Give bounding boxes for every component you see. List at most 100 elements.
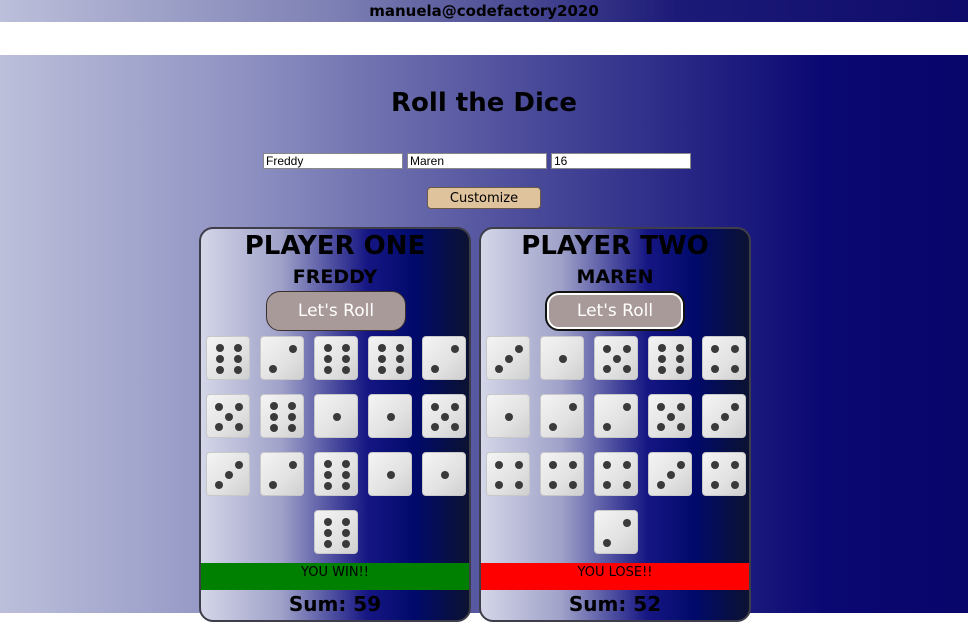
die-pip [341,344,350,352]
die-pip [269,480,278,489]
die-pip [341,529,350,537]
die-pip [324,344,333,352]
die-face-1 [368,394,412,438]
die-pip [333,413,341,421]
die-pip [234,403,243,412]
die-face-1 [368,452,412,496]
die-pip [450,422,459,431]
die-pip [341,471,350,479]
player-one-dice [201,229,469,620]
die-pip [441,413,449,421]
die-face-5 [422,394,466,438]
die-pip [495,480,504,489]
die-pip [324,482,333,490]
die-pip [270,424,279,432]
die-pip [721,413,729,421]
die-face-5 [594,336,638,380]
die-pip [658,366,667,374]
dice-count-input[interactable] [551,153,691,169]
die-pip [431,422,440,431]
die-pip [387,471,395,479]
player-one-result: YOU WIN!! [201,563,469,590]
die-face-4 [702,336,746,380]
die-face-3 [486,336,530,380]
die-pip [676,422,685,431]
die-pip [657,480,666,489]
die-pip [288,345,297,354]
die-face-2 [422,336,466,380]
die-pip [216,344,225,352]
die-pip [711,364,720,373]
die-pip [658,344,667,352]
die-pip [711,422,720,431]
die-pip [622,519,631,528]
die-pip [387,413,395,421]
die-pip [225,413,233,421]
player-one-panel: PLAYER ONE FREDDY Let's Roll YOU WIN!! S… [199,227,471,622]
die-pip [395,366,404,374]
die-pip [657,403,666,412]
die-pip [549,422,558,431]
die-face-4 [540,452,584,496]
die-pip [269,364,278,373]
customize-button[interactable]: Customize [427,187,541,209]
player-two-name-input[interactable] [407,153,547,169]
die-pip [505,355,513,363]
die-pip [675,344,684,352]
die-pip [667,413,675,421]
die-pip [395,355,404,363]
die-pip [711,345,720,354]
die-pip [603,364,612,373]
die-face-2 [594,394,638,438]
die-pip [603,461,612,470]
die-pip [568,461,577,470]
die-pip [676,461,685,470]
die-pip [341,366,350,374]
die-face-4 [486,452,530,496]
page-title: Roll the Dice [391,88,577,118]
die-pip [622,345,631,354]
die-pip [730,461,739,470]
die-face-1 [540,336,584,380]
die-pip [324,471,333,479]
die-pip [324,529,333,537]
die-face-2 [260,452,304,496]
die-face-6 [314,336,358,380]
die-pip [378,344,387,352]
die-face-3 [702,394,746,438]
die-face-5 [648,394,692,438]
die-pip [667,471,675,479]
die-pip [324,366,333,374]
die-pip [622,461,631,470]
die-pip [568,403,577,412]
player-one-name-input[interactable] [263,153,403,169]
die-pip [287,402,296,410]
die-pip [603,345,612,354]
die-pip [233,344,242,352]
die-face-3 [206,452,250,496]
die-face-3 [648,452,692,496]
die-pip [559,355,567,363]
die-pip [324,518,333,526]
die-pip [441,471,449,479]
die-pip [730,480,739,489]
die-pip [730,345,739,354]
die-pip [495,461,504,470]
die-pip [324,540,333,548]
die-pip [657,422,666,431]
die-pip [324,355,333,363]
die-pip [215,480,224,489]
die-face-2 [594,510,638,554]
die-face-1 [422,452,466,496]
user-email: manuela@codefactory2020 [369,2,599,20]
die-pip [341,482,350,490]
die-pip [549,480,558,489]
player-two-panel: PLAYER TWO MAREN Let's Roll YOU LOSE!! S… [479,227,751,622]
die-pip [450,345,459,354]
die-pip [613,355,621,363]
die-pip [233,366,242,374]
die-pip [395,344,404,352]
die-pip [234,422,243,431]
die-pip [431,364,440,373]
die-pip [495,364,504,373]
